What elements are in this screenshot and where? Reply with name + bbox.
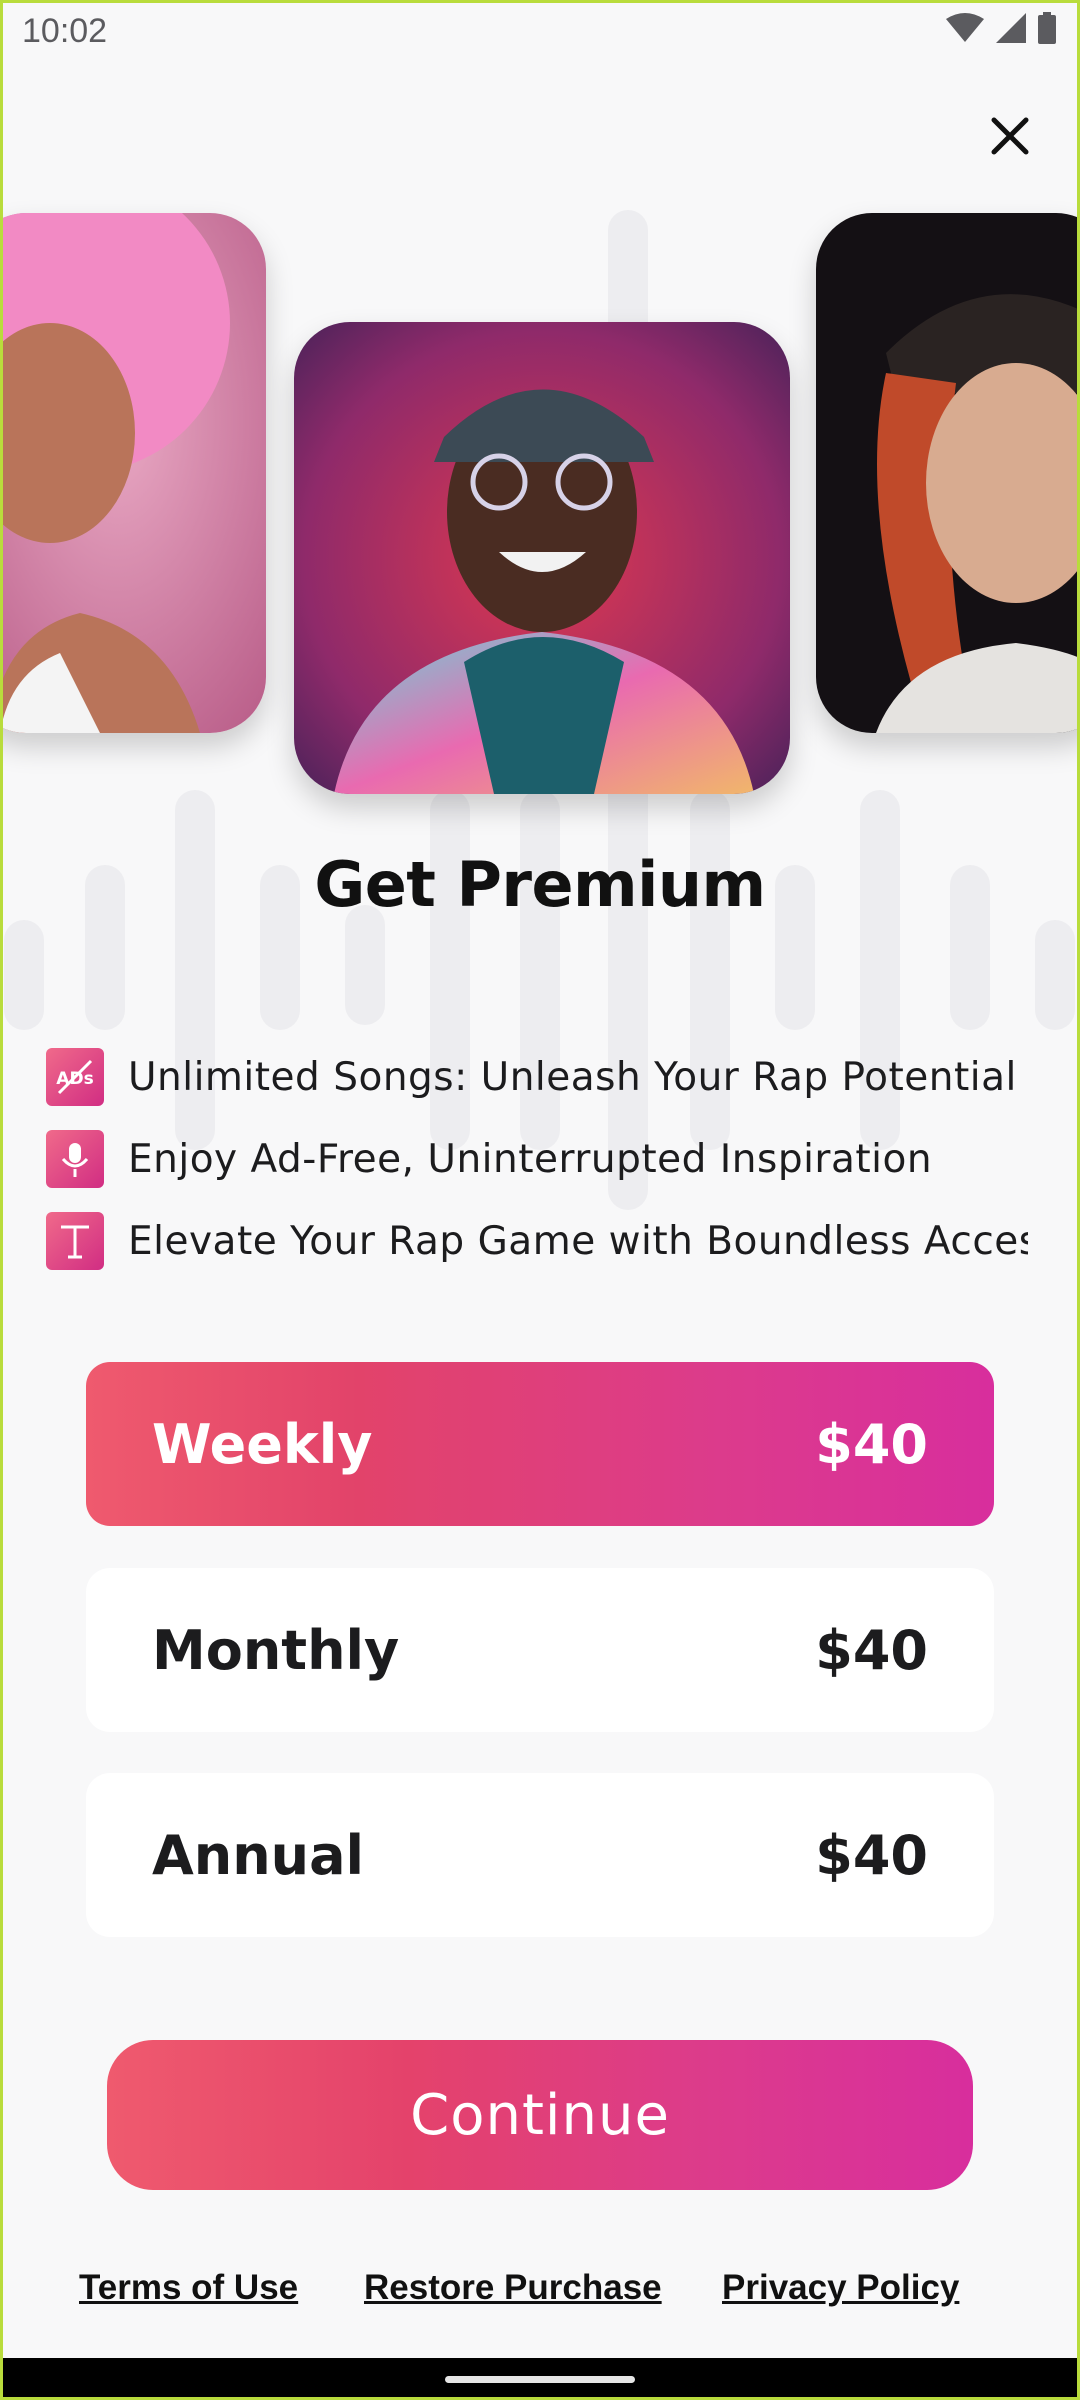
plan-annual[interactable]: Annual $40 bbox=[86, 1773, 994, 1937]
plan-label: Monthly bbox=[152, 1618, 400, 1682]
plan-price: $40 bbox=[815, 1618, 928, 1682]
restore-purchase-link[interactable]: Restore Purchase bbox=[364, 2268, 662, 2308]
wifi-icon bbox=[946, 13, 984, 43]
artist-card-right bbox=[816, 213, 1080, 733]
feature-item: Enjoy Ad-Free, Uninterrupted Inspiration bbox=[46, 1118, 1036, 1200]
feature-list: ADs Unlimited Songs: Unleash Your Rap Po… bbox=[46, 1036, 1036, 1282]
navigation-bar bbox=[0, 2358, 1080, 2400]
page-title: Get Premium bbox=[314, 848, 766, 921]
plan-label: Weekly bbox=[152, 1412, 373, 1476]
continue-button[interactable]: Continue bbox=[107, 2040, 973, 2190]
plan-price: $40 bbox=[815, 1823, 928, 1887]
terms-of-use-link[interactable]: Terms of Use bbox=[79, 2268, 298, 2308]
artist-card-center bbox=[294, 322, 790, 794]
no-ads-icon: ADs bbox=[46, 1048, 104, 1106]
microphone-icon bbox=[46, 1130, 104, 1188]
text-icon bbox=[46, 1212, 104, 1270]
battery-icon bbox=[1038, 12, 1056, 44]
artist-card-left bbox=[0, 213, 266, 733]
plan-label: Annual bbox=[152, 1823, 365, 1887]
plan-monthly[interactable]: Monthly $40 bbox=[86, 1568, 994, 1732]
feature-item: ADs Unlimited Songs: Unleash Your Rap Po… bbox=[46, 1036, 1036, 1118]
feature-text: Enjoy Ad-Free, Uninterrupted Inspiration bbox=[128, 1136, 933, 1182]
signal-icon bbox=[996, 13, 1026, 43]
status-bar: 10:02 bbox=[0, 0, 1080, 64]
feature-item: Elevate Your Rap Game with Boundless Acc… bbox=[46, 1200, 1036, 1282]
feature-text: Unlimited Songs: Unleash Your Rap Potent… bbox=[128, 1054, 1017, 1100]
home-indicator[interactable] bbox=[445, 2376, 635, 2383]
plan-price: $40 bbox=[815, 1412, 928, 1476]
status-time: 10:02 bbox=[22, 12, 108, 50]
status-icons bbox=[946, 12, 1056, 44]
close-button[interactable] bbox=[982, 110, 1038, 166]
privacy-policy-link[interactable]: Privacy Policy bbox=[722, 2268, 959, 2308]
feature-text: Elevate Your Rap Game with Boundless Acc… bbox=[128, 1218, 1028, 1264]
plan-weekly[interactable]: Weekly $40 bbox=[86, 1362, 994, 1526]
close-icon bbox=[990, 116, 1030, 160]
